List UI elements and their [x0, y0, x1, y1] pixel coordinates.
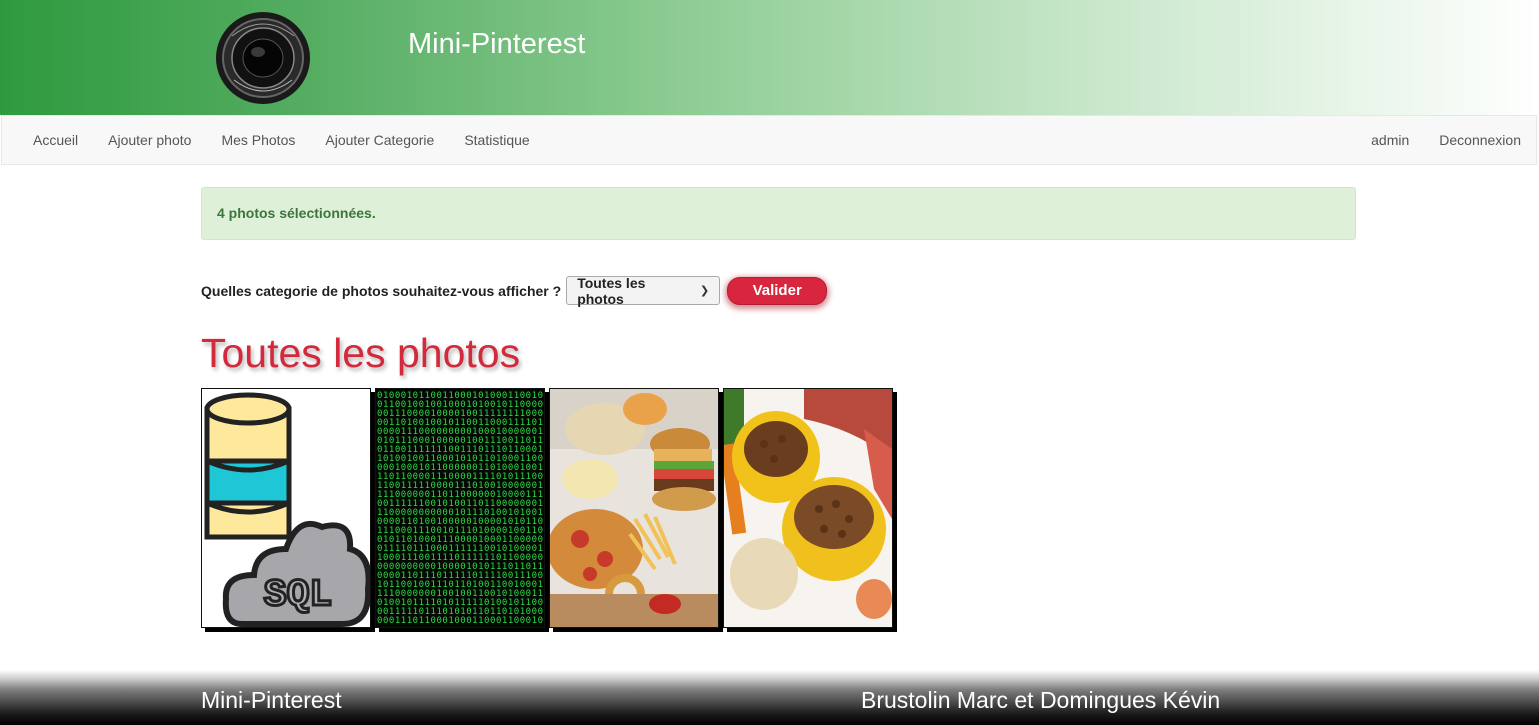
site-header: Mini-Pinterest: [0, 0, 1539, 115]
valider-button[interactable]: Valider: [727, 276, 828, 305]
footer-authors: Brustolin Marc et Domingues Kévin: [861, 687, 1221, 713]
photo-thumbnail[interactable]: SQL: [201, 388, 371, 628]
site-footer: Mini-Pinterest Brustolin Marc et Domingu…: [0, 670, 1539, 725]
category-filter-form: Quelles categorie de photos souhaitez-vo…: [201, 274, 828, 307]
footer-site-name: Mini-Pinterest: [201, 687, 342, 713]
nav-statistique[interactable]: Statistique: [449, 116, 544, 164]
photo-thumbnail[interactable]: 0100010110011000101000110010 011001001001…: [375, 388, 545, 628]
main-navbar: Accueil Ajouter photo Mes Photos Ajouter…: [1, 115, 1537, 165]
nav-mes-photos[interactable]: Mes Photos: [206, 116, 310, 164]
selection-count-alert: 4 photos sélectionnées.: [201, 187, 1356, 240]
fast-food-image: [550, 389, 718, 627]
nav-left: Accueil Ajouter photo Mes Photos Ajouter…: [18, 116, 545, 164]
svg-text:0001110110001000110001100010: 0001110110001000110001100010: [377, 616, 543, 626]
binary-code-image: 0100010110011000101000110010011001001001…: [376, 389, 544, 627]
site-title[interactable]: Mini-Pinterest: [408, 28, 585, 61]
svg-text:SQL: SQL: [264, 574, 332, 617]
camera-lens-icon[interactable]: [214, 10, 312, 106]
photo-thumbnail[interactable]: [723, 388, 893, 628]
photo-thumbnail[interactable]: [549, 388, 719, 628]
category-select-value: Toutes les photos: [577, 274, 646, 307]
category-select[interactable]: Toutes les photos ❯: [566, 274, 721, 307]
nav-ajouter-categorie[interactable]: Ajouter Categorie: [310, 116, 449, 164]
nav-accueil[interactable]: Accueil: [18, 116, 93, 164]
nav-right: admin Deconnexion: [1356, 116, 1536, 164]
nav-user-admin[interactable]: admin: [1356, 116, 1424, 164]
category-label: Quelles categorie de photos souhaitez-vo…: [201, 282, 562, 299]
pet-food-image: [724, 389, 892, 627]
nav-deconnexion[interactable]: Deconnexion: [1424, 116, 1536, 164]
nav-ajouter-photo[interactable]: Ajouter photo: [93, 116, 206, 164]
section-title: Toutes les photos: [201, 330, 521, 376]
sql-database-icon: SQL: [202, 389, 370, 627]
chevron-down-icon: ❯: [699, 285, 710, 297]
